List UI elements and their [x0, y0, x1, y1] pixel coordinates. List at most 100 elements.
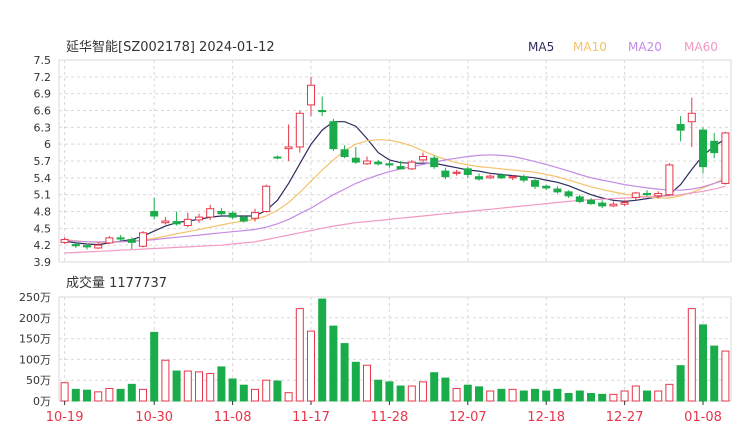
date-tick-label: 11-17	[292, 410, 330, 425]
date-tick-label: 12-27	[606, 410, 644, 425]
candle-body	[94, 244, 103, 249]
volume-bar	[239, 384, 248, 402]
candle	[643, 190, 651, 197]
date-tick-label: 10-30	[135, 410, 173, 425]
volume-bar	[195, 371, 203, 402]
candle-body	[273, 156, 282, 159]
candle-body	[542, 185, 551, 189]
candle	[150, 197, 159, 220]
candle	[430, 155, 439, 169]
volume-bar	[161, 359, 170, 402]
volume-bar	[463, 384, 472, 402]
volume-bar	[430, 372, 439, 402]
candle-body	[643, 193, 651, 196]
volume-bar	[531, 388, 539, 402]
volume-bar	[105, 388, 114, 402]
date-tick-label: 12-18	[527, 410, 565, 425]
volume-bar	[127, 383, 136, 402]
candle-body	[452, 171, 461, 174]
volume-bar	[340, 343, 349, 402]
legend-ma20: MA20	[628, 40, 662, 54]
volume-bar	[553, 388, 562, 402]
chart-title: 延华智能[SZ002178] 2024-01-12	[66, 40, 275, 55]
candle	[385, 161, 394, 168]
date-axis: 10-19 10-30 11-08 11-17 11-28 12-07 12-18 12-27…	[46, 401, 722, 425]
volume-bar	[183, 370, 192, 402]
candle	[329, 118, 338, 151]
candle-body	[654, 193, 663, 197]
candle-body	[508, 176, 517, 179]
candle	[374, 159, 383, 166]
date-tick-label: 11-28	[371, 410, 409, 425]
volume-bar	[396, 385, 405, 402]
candle	[631, 191, 640, 201]
candle-body	[228, 212, 237, 218]
candle	[195, 213, 203, 223]
legend-ma10: MA10	[573, 40, 607, 54]
candle	[542, 184, 551, 191]
candle	[564, 190, 573, 199]
candle	[139, 231, 147, 248]
candle	[452, 169, 461, 176]
candle-body	[531, 180, 539, 187]
candle	[519, 174, 528, 183]
price-tick-label: 5.7	[34, 155, 52, 168]
candle-body	[631, 192, 640, 198]
volume-bar	[150, 331, 159, 402]
candle	[284, 124, 293, 161]
candle-body	[475, 176, 483, 180]
moving-average-lines	[64, 121, 726, 254]
candle-body	[206, 208, 215, 218]
candle-body	[419, 156, 427, 161]
volume-bar	[564, 393, 573, 402]
volume-bar	[441, 377, 450, 402]
volume-bar	[407, 385, 416, 402]
candle-body	[598, 202, 607, 207]
volume-bar	[307, 330, 315, 402]
candle	[295, 110, 304, 153]
volume-bar	[620, 390, 629, 402]
price-tick-label: 3.9	[34, 256, 52, 269]
candle-body	[284, 146, 293, 150]
candle	[575, 194, 584, 204]
volume-bar	[519, 390, 528, 402]
candlesticks	[60, 76, 730, 250]
volume-bar	[497, 388, 506, 402]
candle	[676, 116, 685, 142]
price-tick-label: 4.5	[34, 222, 52, 235]
volume-bar	[284, 392, 293, 402]
candle-body	[575, 196, 584, 202]
volume-bar	[116, 388, 125, 402]
volume-bar	[575, 390, 584, 402]
candle-body	[699, 129, 707, 168]
candle-body	[161, 220, 170, 224]
candle-body	[116, 237, 125, 240]
volume-bar	[676, 365, 685, 402]
candle-body	[486, 175, 495, 179]
candle-body	[587, 199, 595, 205]
volume-bar	[351, 361, 360, 402]
volume-bar	[631, 385, 640, 402]
price-tick-label: 6.6	[34, 105, 52, 118]
volume-bar	[329, 325, 338, 402]
candle-body	[217, 211, 226, 215]
candle-body	[620, 202, 629, 205]
volume-tick-label: 50万	[26, 374, 51, 387]
volume-bar	[374, 379, 383, 402]
candle	[687, 97, 696, 147]
candle-body	[351, 157, 360, 163]
candle-body	[318, 110, 327, 113]
candle-body	[150, 211, 159, 217]
price-tick-label: 4.2	[34, 239, 52, 252]
volume-bar	[452, 388, 461, 402]
volume-bar	[643, 390, 651, 402]
candle-body	[183, 218, 192, 227]
volume-bar	[295, 308, 304, 402]
volume-bar	[665, 383, 674, 402]
ma60-line	[64, 185, 726, 254]
candle	[172, 211, 181, 226]
candle	[60, 237, 69, 245]
candle-body	[83, 245, 91, 248]
candle-body	[407, 161, 416, 170]
date-tick-label: 10-19	[46, 410, 84, 425]
